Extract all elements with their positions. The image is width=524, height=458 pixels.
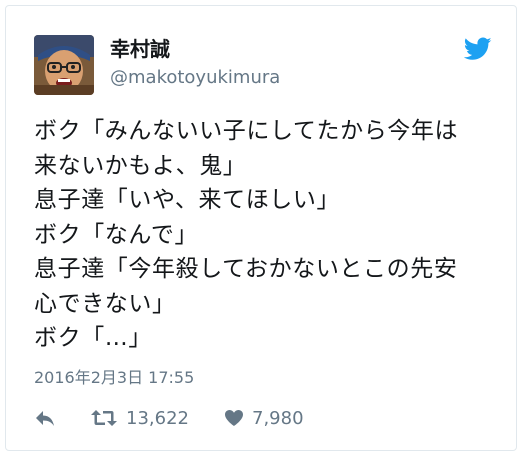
twitter-bird-icon[interactable] bbox=[463, 37, 492, 61]
like-button[interactable]: 7,980 bbox=[224, 404, 304, 432]
user-handle[interactable]: @makotoyukimura bbox=[110, 66, 280, 90]
retweet-count: 13,622 bbox=[126, 407, 189, 429]
tweet-text-line: ボク「なんで」 bbox=[34, 221, 199, 248]
retweet-icon bbox=[90, 408, 118, 428]
tweet-text-line: 来ないかもよ、鬼」 bbox=[34, 152, 247, 179]
reply-button[interactable] bbox=[34, 404, 56, 432]
tweet-text-line: ボク「みんないい子にしてたから今年は bbox=[34, 118, 459, 144]
tweet-text: ボク「みんないい子にしてたから今年は 来ないかもよ、鬼」 息子達「いや、来てほし… bbox=[34, 114, 504, 356]
retweet-button[interactable]: 13,622 bbox=[90, 404, 189, 432]
tweet-text-line: 息子達「いや、来てほしい」 bbox=[34, 187, 341, 213]
tweet-timestamp[interactable]: 2016年2月3日 17:55 bbox=[34, 367, 194, 389]
tweet-text-line: ボク「…」 bbox=[34, 325, 152, 351]
reply-icon bbox=[34, 408, 56, 428]
like-count: 7,980 bbox=[252, 407, 304, 429]
tweet-text-line: 心できない」 bbox=[34, 290, 176, 317]
tweet-text-line: 息子達「今年殺しておかないとこの先安 bbox=[34, 256, 458, 282]
heart-icon bbox=[224, 409, 244, 427]
avatar[interactable] bbox=[34, 35, 94, 95]
display-name[interactable]: 幸村誠 bbox=[110, 36, 170, 62]
